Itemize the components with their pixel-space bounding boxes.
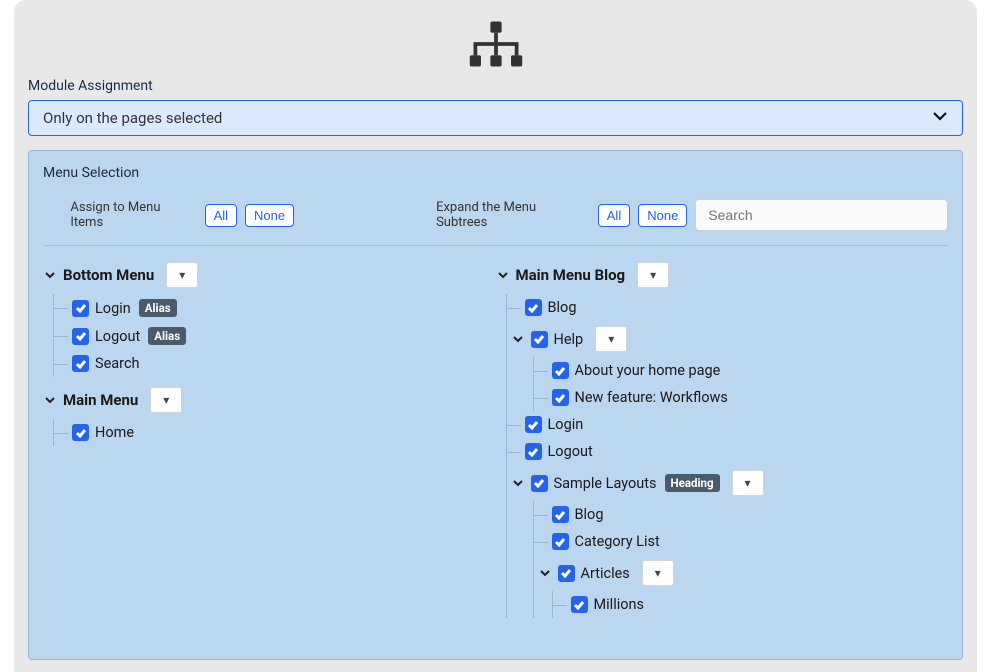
tree-item-login[interactable]: Login: [507, 411, 949, 438]
checkbox[interactable]: [552, 533, 569, 550]
item-label: Millions: [594, 596, 645, 613]
checkbox[interactable]: [531, 475, 548, 492]
item-label: Login: [95, 300, 131, 317]
chevron-down-icon[interactable]: [496, 268, 510, 282]
tree-item-logout[interactable]: Logout Alias: [54, 322, 496, 350]
item-label: Articles: [581, 565, 630, 582]
assign-label: Assign to Menu Items: [70, 200, 192, 230]
module-assignment-panel: Module Assignment Only on the pages sele…: [14, 0, 977, 672]
group-main-menu-blog: Main Menu Blog ▾ Blog Help ▾: [496, 256, 949, 618]
tree-item-sl-millions[interactable]: Millions: [553, 591, 949, 618]
expand-label: Expand the Menu Subtrees: [436, 200, 586, 230]
group-title: Main Menu Blog: [516, 266, 626, 284]
chevron-down-icon[interactable]: [511, 332, 525, 346]
expand-none-button[interactable]: None: [638, 204, 687, 227]
checkbox[interactable]: [72, 355, 89, 372]
tree-item-sl-articles[interactable]: Articles ▾: [534, 555, 949, 591]
item-label: Category List: [575, 533, 660, 550]
sitemap-icon: [14, 0, 977, 78]
checkbox[interactable]: [571, 596, 588, 613]
assign-none-button[interactable]: None: [245, 204, 294, 227]
tree-item-sample-layouts[interactable]: Sample Layouts Heading ▾: [507, 465, 949, 501]
tree-item-logout[interactable]: Logout: [507, 438, 949, 465]
tree-column-left: Bottom Menu ▾ Login Alias Logout Alias: [43, 256, 496, 622]
tree-item-sl-blog[interactable]: Blog: [534, 501, 949, 528]
menu-selection-panel: Menu Selection Assign to Menu Items All …: [28, 150, 963, 660]
checkbox[interactable]: [552, 362, 569, 379]
checkbox[interactable]: [72, 300, 89, 317]
item-label: About your home page: [575, 362, 721, 379]
item-label: Blog: [548, 299, 577, 316]
item-label: New feature: Workflows: [575, 389, 728, 406]
alias-badge: Alias: [148, 327, 186, 345]
group-dropdown-button[interactable]: ▾: [150, 387, 182, 413]
controls-row: Assign to Menu Items All None Expand the…: [43, 199, 948, 246]
tree-item-help-workflows[interactable]: New feature: Workflows: [534, 384, 949, 411]
group-dropdown-button[interactable]: ▾: [637, 262, 669, 288]
assign-all-button[interactable]: All: [205, 204, 237, 227]
checkbox[interactable]: [558, 565, 575, 582]
item-dropdown-button[interactable]: ▾: [732, 470, 764, 496]
chevron-down-icon[interactable]: [511, 476, 525, 490]
tree-columns: Bottom Menu ▾ Login Alias Logout Alias: [43, 256, 948, 622]
heading-badge: Heading: [665, 474, 720, 492]
tree-item-help-about[interactable]: About your home page: [534, 357, 949, 384]
item-label: Logout: [95, 328, 140, 345]
item-label: Search: [95, 355, 140, 372]
tree-item-help[interactable]: Help ▾: [507, 321, 949, 357]
item-label: Help: [554, 331, 584, 348]
group-dropdown-button[interactable]: ▾: [166, 262, 198, 288]
chevron-down-icon[interactable]: [43, 268, 57, 282]
checkbox[interactable]: [531, 331, 548, 348]
item-label: Logout: [548, 443, 593, 460]
chevron-down-icon[interactable]: [43, 393, 57, 407]
checkbox[interactable]: [72, 424, 89, 441]
tree-item-blog[interactable]: Blog: [507, 294, 949, 321]
module-assignment-label: Module Assignment: [14, 78, 977, 100]
module-assignment-select[interactable]: Only on the pages selected: [28, 100, 963, 136]
menu-selection-title: Menu Selection: [43, 165, 948, 181]
checkbox[interactable]: [552, 389, 569, 406]
checkbox[interactable]: [525, 416, 542, 433]
search-input[interactable]: [695, 199, 948, 231]
item-label: Home: [95, 424, 134, 441]
item-label: Sample Layouts: [554, 475, 657, 492]
group-main-menu: Main Menu ▾ Home: [43, 381, 496, 446]
expand-all-button[interactable]: All: [598, 204, 630, 227]
item-dropdown-button[interactable]: ▾: [595, 326, 627, 352]
tree-item-login[interactable]: Login Alias: [54, 294, 496, 322]
chevron-down-icon: [932, 108, 948, 129]
group-title: Bottom Menu: [63, 266, 154, 284]
alias-badge: Alias: [139, 299, 177, 317]
chevron-down-icon[interactable]: [538, 566, 552, 580]
module-assignment-value: Only on the pages selected: [43, 109, 222, 127]
checkbox[interactable]: [525, 299, 542, 316]
item-dropdown-button[interactable]: ▾: [642, 560, 674, 586]
tree-item-sl-category[interactable]: Category List: [534, 528, 949, 555]
group-bottom-menu: Bottom Menu ▾ Login Alias Logout Alias: [43, 256, 496, 377]
checkbox[interactable]: [525, 443, 542, 460]
group-title: Main Menu: [63, 391, 138, 409]
tree-item-home[interactable]: Home: [54, 419, 496, 446]
item-label: Login: [548, 416, 584, 433]
item-label: Blog: [575, 506, 604, 523]
checkbox[interactable]: [552, 506, 569, 523]
tree-column-right: Main Menu Blog ▾ Blog Help ▾: [496, 256, 949, 622]
tree-item-search[interactable]: Search: [54, 350, 496, 377]
checkbox[interactable]: [72, 328, 89, 345]
